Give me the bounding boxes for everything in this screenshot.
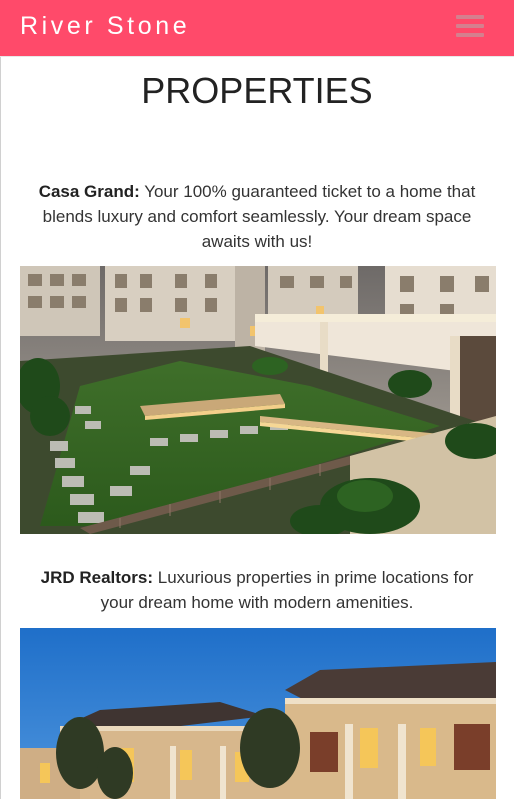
left-border [0,57,1,799]
property-text: Luxurious properties in prime locations … [100,568,474,612]
property-description-casa-grand: Casa Grand: Your 100% guaranteed ticket … [24,179,490,254]
page-title: PROPERTIES [141,70,373,111]
property-name: Casa Grand: [38,182,140,201]
property-image-casa-grand [20,266,496,534]
property-name: JRD Realtors: [40,568,154,587]
property-description-jrd-realtors: JRD Realtors: Luxurious properties in pr… [24,565,490,615]
brand-logo-link[interactable]: River Stone [20,10,190,42]
property-image-jrd-realtors [20,628,496,799]
hamburger-menu-icon[interactable] [456,15,484,37]
navbar: River Stone [0,0,514,57]
